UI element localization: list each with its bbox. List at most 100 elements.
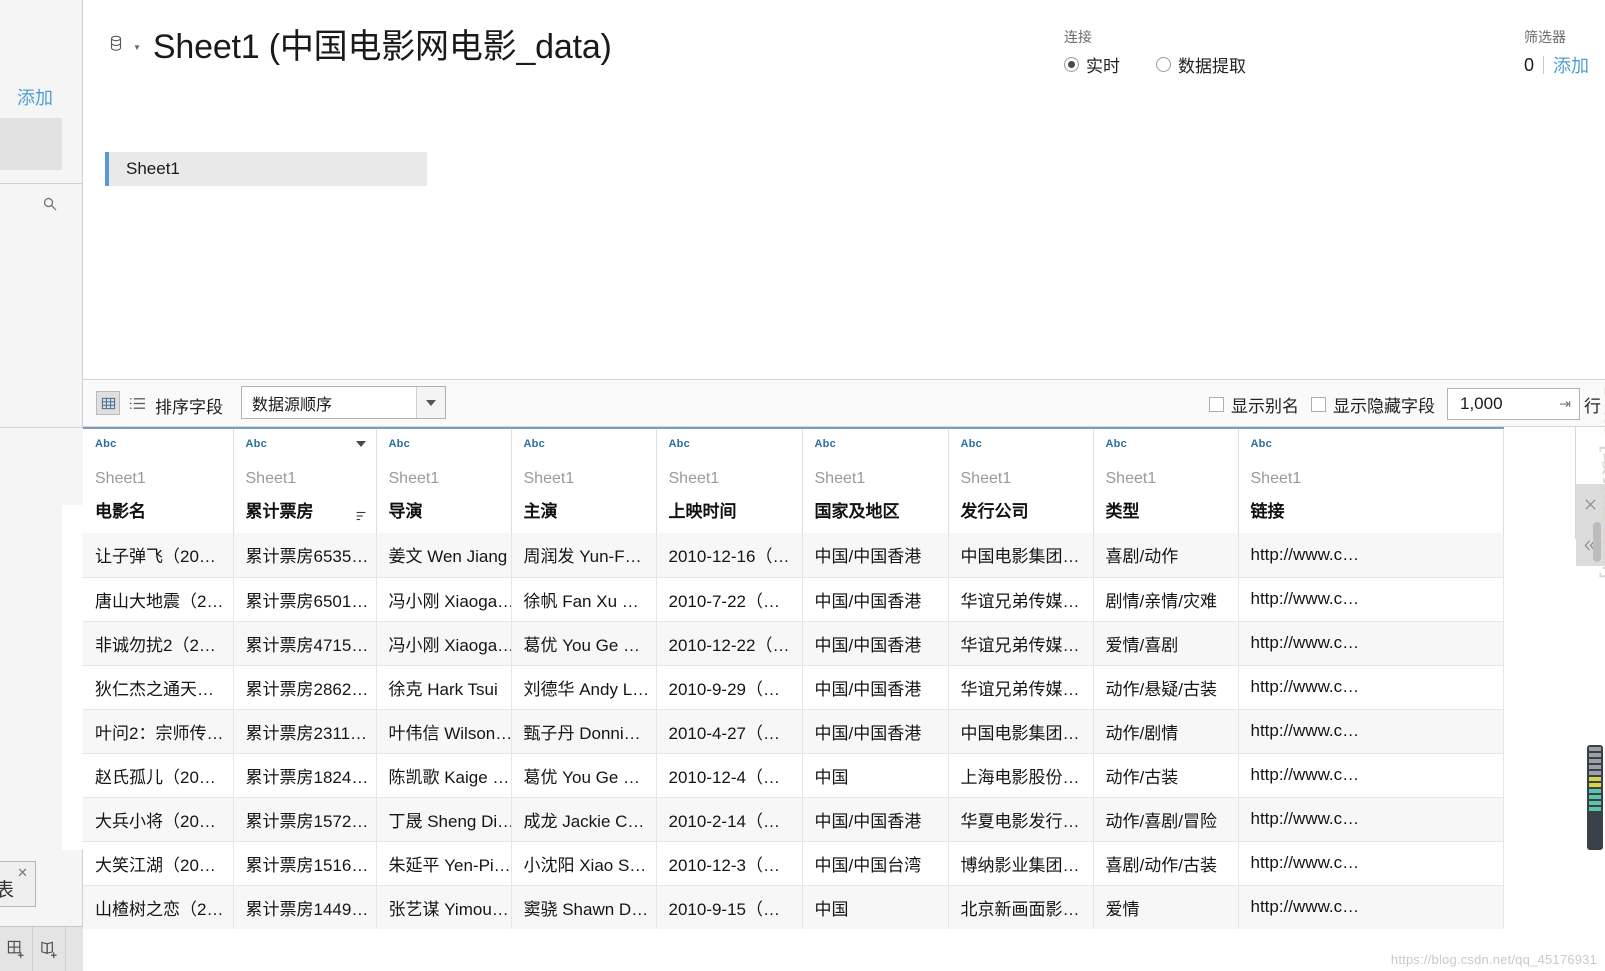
table-row[interactable]: 让子弹飞（20… 累计票房6535… 姜文 Wen Jiang 周润发 Yun-F… 2… [83, 533, 1504, 578]
table-cell[interactable]: 张艺谋 Yimou… [376, 885, 512, 929]
table-cell[interactable]: http://www.c… [1238, 797, 1504, 842]
close-icon[interactable] [1576, 484, 1605, 525]
sort-order-select[interactable]: 数据源顺序 [241, 386, 446, 419]
table-cell[interactable]: 华谊兄弟传媒… [948, 577, 1094, 622]
table-cell[interactable]: 朱延平 Yen-Pi… [376, 841, 512, 886]
table-cell[interactable]: 大笑江湖（20… [83, 841, 234, 886]
table-cell[interactable]: 2010-7-22（… [656, 577, 803, 622]
table-cell[interactable]: 冯小刚 Xiaoga… [376, 577, 512, 622]
table-cell[interactable]: 徐帆 Fan Xu … [511, 577, 657, 622]
table-cell[interactable]: 喜剧/动作 [1093, 533, 1239, 578]
row-limit-field[interactable] [1458, 393, 1553, 415]
table-cell[interactable]: 2010-12-4（… [656, 753, 803, 798]
table-cell[interactable]: http://www.c… [1238, 665, 1504, 710]
table-cell[interactable]: 中国 [802, 885, 949, 929]
table-cell[interactable]: 窦骁 Shawn D… [511, 885, 657, 929]
table-cell[interactable]: 2010-12-16（… [656, 533, 803, 578]
table-cell[interactable]: 华谊兄弟传媒… [948, 665, 1094, 710]
table-cell[interactable]: http://www.c… [1238, 885, 1504, 929]
table-row[interactable]: 大笑江湖（20… 累计票房1516… 朱延平 Yen-Pi… 小沈阳 Xiao S… 2… [83, 841, 1504, 886]
table-cell[interactable]: 2010-2-14（… [656, 797, 803, 842]
table-cell[interactable]: 剧情/亲情/灾难 [1093, 577, 1239, 622]
table-row[interactable]: 大兵小将（20… 累计票房1572… 丁晟 Sheng Di… 成龙 Jackie C… [83, 797, 1504, 842]
show-alias-checkbox[interactable]: 显示别名 [1209, 392, 1299, 417]
table-cell[interactable]: 叶伟信 Wilson… [376, 709, 512, 754]
table-cell[interactable]: 赵氏孤儿（20… [83, 753, 234, 798]
table-cell[interactable]: 上海电影股份… [948, 753, 1094, 798]
list-view-icon[interactable] [127, 393, 147, 413]
table-cell[interactable]: 喜剧/动作/古装 [1093, 841, 1239, 886]
row-limit-input[interactable]: ⇥ [1447, 388, 1580, 420]
table-cell[interactable]: 动作/古装 [1093, 753, 1239, 798]
radio-live[interactable] [1064, 57, 1079, 72]
table-row[interactable]: 山楂树之恋（2… 累计票房1449… 张艺谋 Yimou… 窦骁 Shawn D… 20… [83, 885, 1504, 929]
table-cell[interactable]: 动作/剧情 [1093, 709, 1239, 754]
table-cell[interactable]: 累计票房1516… [233, 841, 377, 886]
left-add-connection-link[interactable]: 添加 [17, 84, 53, 110]
table-cell[interactable]: 小沈阳 Xiao S… [511, 841, 657, 886]
table-cell[interactable]: 甄子丹 Donni… [511, 709, 657, 754]
table-cell[interactable]: 累计票房2862… [233, 665, 377, 710]
column-menu-chevron-down-icon[interactable] [355, 441, 366, 447]
table-cell[interactable]: 2010-9-29（… [656, 665, 803, 710]
table-row[interactable]: 赵氏孤儿（20… 累计票房1824… 陈凯歌 Kaige … 葛优 You Ge … 2… [83, 753, 1504, 798]
table-cell[interactable]: 2010-9-15（… [656, 885, 803, 929]
table-cell[interactable]: 叶问2：宗师传… [83, 709, 234, 754]
table-row[interactable]: 叶问2：宗师传… 累计票房2311… 叶伟信 Wilson… 甄子丹 Donni… 20… [83, 709, 1504, 754]
table-cell[interactable]: 动作/喜剧/冒险 [1093, 797, 1239, 842]
table-cell[interactable]: 累计票房4715… [233, 621, 377, 666]
table-cell[interactable]: 周润发 Yun-F… [511, 533, 657, 578]
table-cell[interactable]: 中国电影集团… [948, 709, 1094, 754]
radio-extract[interactable] [1156, 57, 1171, 72]
table-cell[interactable]: 刘德华 Andy L… [511, 665, 657, 710]
new-story-icon[interactable] [33, 927, 66, 971]
table-cell[interactable]: 累计票房6535… [233, 533, 377, 578]
table-cell[interactable]: http://www.c… [1238, 709, 1504, 754]
table-cell[interactable]: 累计票房1572… [233, 797, 377, 842]
column-header-累计票房[interactable]: Abc Sheet1 累计票房 [233, 427, 377, 533]
table-cell[interactable]: 华谊兄弟传媒… [948, 621, 1094, 666]
table-cell[interactable]: 中国 [802, 753, 949, 798]
table-cell[interactable]: 唐山大地震（2… [83, 577, 234, 622]
table-row[interactable]: 唐山大地震（2… 累计票房6501… 冯小刚 Xiaoga… 徐帆 Fan Xu … 2… [83, 577, 1504, 622]
table-cell[interactable]: 让子弹飞（20… [83, 533, 234, 578]
data-preview-grid[interactable]: Abc Sheet1 电影名 Abc Sheet1 累计票房 Abc Sheet1 导演 Abc S… [83, 427, 1605, 929]
table-cell[interactable]: 2010-12-22（… [656, 621, 803, 666]
filters-add-link[interactable]: 添加 [1544, 52, 1589, 78]
table-cell[interactable]: 丁晟 Sheng Di… [376, 797, 512, 842]
column-header-主演[interactable]: Abc Sheet1 主演 [511, 427, 657, 533]
table-cell[interactable]: 冯小刚 Xiaoga… [376, 621, 512, 666]
table-cell[interactable]: 中国/中国香港 [802, 797, 949, 842]
radio-extract-label[interactable]: 数据提取 [1178, 52, 1246, 77]
table-cell[interactable]: 博纳影业集团… [948, 841, 1094, 886]
table-cell[interactable]: 2010-4-27（… [656, 709, 803, 754]
table-cell[interactable]: 非诚勿扰2（2… [83, 621, 234, 666]
table-cell[interactable]: 大兵小将（20… [83, 797, 234, 842]
show-hidden-fields-checkbox[interactable]: 显示隐藏字段 [1311, 392, 1435, 417]
table-cell[interactable]: http://www.c… [1238, 621, 1504, 666]
table-cell[interactable]: 葛优 You Ge … [511, 621, 657, 666]
table-row[interactable]: 非诚勿扰2（2… 累计票房4715… 冯小刚 Xiaoga… 葛优 You Ge … 2… [83, 621, 1504, 666]
table-cell[interactable]: 累计票房1824… [233, 753, 377, 798]
column-header-链接[interactable]: Abc Sheet1 链接 [1238, 427, 1504, 533]
table-cell[interactable]: http://www.c… [1238, 577, 1504, 622]
table-cell[interactable]: 中国/中国香港 [802, 577, 949, 622]
table-row[interactable]: 狄仁杰之通天… 累计票房2862… 徐克 Hark Tsui 刘德华 Andy L… 2… [83, 665, 1504, 710]
table-cell[interactable]: 姜文 Wen Jiang [376, 533, 512, 578]
chevron-down-icon[interactable]: ▼ [133, 43, 141, 52]
table-cell[interactable]: 爱情 [1093, 885, 1239, 929]
table-cell[interactable]: 累计票房2311… [233, 709, 377, 754]
search-icon[interactable] [42, 196, 58, 212]
radio-live-label[interactable]: 实时 [1086, 52, 1120, 77]
table-cell[interactable]: 陈凯歌 Kaige … [376, 753, 512, 798]
table-cell[interactable]: 成龙 Jackie C… [511, 797, 657, 842]
sheet-tab-button[interactable]: 表 ✕ [0, 861, 36, 907]
table-cell[interactable]: 中国/中国香港 [802, 533, 949, 578]
table-cell[interactable]: 2010-12-3（… [656, 841, 803, 886]
table-cell[interactable]: 狄仁杰之通天… [83, 665, 234, 710]
chevron-down-icon[interactable] [416, 387, 445, 418]
table-cell[interactable]: 累计票房6501… [233, 577, 377, 622]
table-cell[interactable]: 累计票房1449… [233, 885, 377, 929]
grid-view-icon[interactable] [96, 391, 120, 415]
table-cell[interactable]: 北京新画面影… [948, 885, 1094, 929]
